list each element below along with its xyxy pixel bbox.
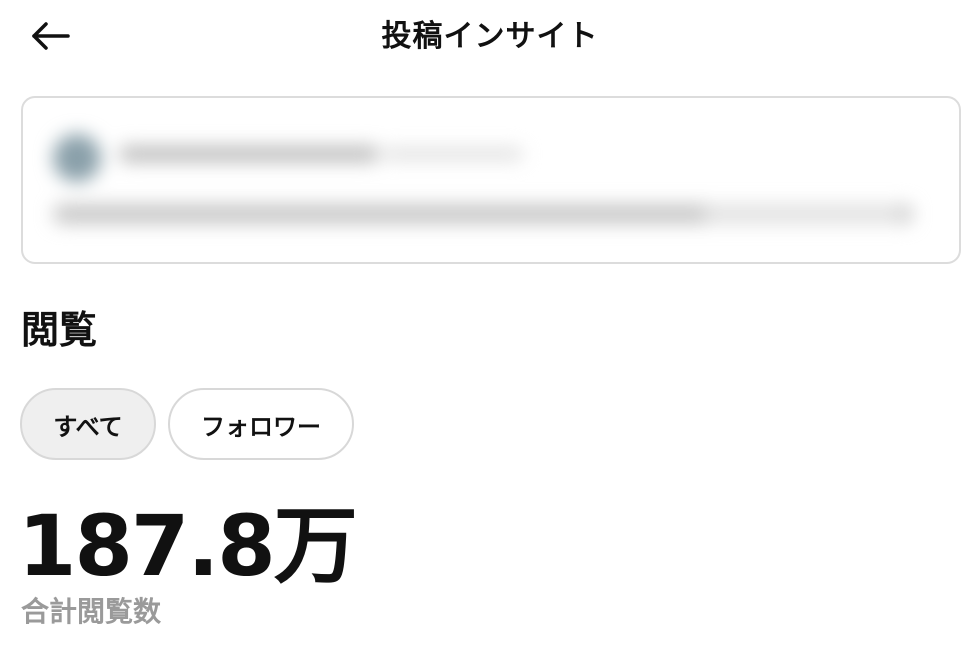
author-name-redacted [119,146,379,162]
filter-chip-all[interactable]: すべて [20,388,156,460]
page-title: 投稿インサイト [381,19,599,54]
top-bar: 投稿インサイト [0,0,980,76]
post-preview-card[interactable] [21,96,961,264]
avatar [53,134,101,182]
post-meta-redacted [383,148,523,160]
total-views-value: 187.8万 [18,497,358,595]
filter-chip-followers[interactable]: フォロワー [168,388,354,460]
post-text-fade [703,204,903,224]
views-section-heading: 閲覧 [21,308,98,352]
total-views-label: 合計閲覧数 [21,595,162,628]
blurred-post-content [23,98,959,262]
